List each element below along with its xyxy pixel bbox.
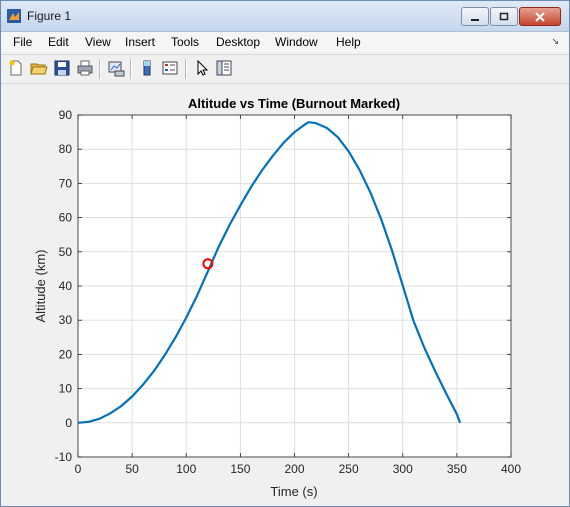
x-tick-label: 50 — [125, 462, 139, 476]
y-tick-label: 40 — [59, 279, 73, 293]
figure-toolbar — [1, 54, 569, 84]
window-title: Figure 1 — [27, 9, 72, 23]
menu-desktop[interactable]: Desktop — [216, 35, 260, 49]
link-plot-icon[interactable] — [107, 59, 125, 77]
maximize-button[interactable] — [490, 7, 518, 26]
menu-tools[interactable]: Tools — [171, 35, 199, 49]
y-tick-label: 0 — [65, 416, 72, 430]
menu-insert[interactable]: Insert — [125, 35, 155, 49]
save-icon[interactable] — [53, 59, 71, 77]
colorbar-icon[interactable] — [138, 59, 156, 77]
chart-title: Altitude vs Time (Burnout Marked) — [188, 96, 400, 111]
menu-view[interactable]: View — [85, 35, 111, 49]
x-tick-label: 200 — [284, 462, 304, 476]
x-tick-label: 0 — [75, 462, 82, 476]
menu-bar: File Edit View Insert Tools Desktop Wind… — [1, 32, 569, 52]
x-tick-label: 400 — [501, 462, 521, 476]
property-editor-icon[interactable] — [215, 59, 233, 77]
toolbar-separator — [130, 59, 132, 79]
menu-edit[interactable]: Edit — [48, 35, 69, 49]
y-axis-label: Altitude (km) — [33, 250, 48, 323]
figure-window: Figure 1 File Edit View Insert Tools Des… — [0, 0, 570, 507]
minimize-icon — [471, 18, 479, 21]
y-tick-label: 80 — [59, 142, 73, 156]
close-icon — [535, 11, 545, 22]
open-file-icon[interactable] — [30, 59, 48, 77]
x-tick-label: 100 — [176, 462, 196, 476]
y-tick-label: 50 — [59, 245, 73, 259]
maximize-icon — [499, 12, 509, 20]
x-tick-label: 350 — [447, 462, 467, 476]
dock-arrow-icon[interactable]: ↘ — [551, 36, 559, 47]
title-bar[interactable]: Figure 1 — [1, 1, 569, 32]
x-tick-label: 150 — [230, 462, 250, 476]
x-axis-label: Time (s) — [270, 484, 317, 499]
menu-file[interactable]: File — [13, 35, 32, 49]
print-icon[interactable] — [76, 59, 94, 77]
y-tick-label: -10 — [55, 450, 73, 464]
minimize-button[interactable] — [461, 7, 489, 26]
y-tick-label: 10 — [59, 382, 73, 396]
menu-window[interactable]: Window — [275, 35, 318, 49]
x-tick-label: 300 — [393, 462, 413, 476]
figure-canvas: 0 50 100 150 200 250 300 350 400 -10 0 10 20 30 40 50 60… — [1, 84, 569, 506]
pointer-icon[interactable] — [193, 59, 211, 77]
y-tick-label: 70 — [59, 176, 73, 190]
altitude-plot[interactable]: 0 50 100 150 200 250 300 350 400-100102030405060… — [1, 84, 569, 506]
toolbar-separator — [185, 59, 187, 79]
new-figure-icon[interactable] — [7, 59, 25, 77]
x-tick-label: 250 — [339, 462, 359, 476]
close-button[interactable] — [519, 7, 561, 26]
matlab-figure-icon — [7, 9, 21, 23]
y-tick-label: 20 — [59, 347, 73, 361]
legend-icon[interactable] — [161, 59, 179, 77]
y-tick-label: 90 — [59, 108, 73, 122]
y-tick-label: 60 — [59, 211, 73, 225]
toolbar-separator — [99, 59, 101, 79]
menu-help[interactable]: Help — [336, 35, 361, 49]
y-tick-label: 30 — [59, 313, 73, 327]
